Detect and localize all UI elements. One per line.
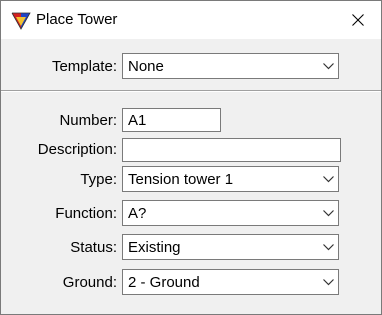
window-title: Place Tower xyxy=(36,11,118,28)
function-label: Function: xyxy=(55,205,117,222)
chevron-down-icon[interactable] xyxy=(318,270,338,294)
template-value: None xyxy=(128,58,164,75)
number-field[interactable]: A1 xyxy=(122,108,221,132)
type-value: Tension tower 1 xyxy=(128,171,234,188)
ground-label: Ground: xyxy=(62,274,117,291)
chevron-down-icon[interactable] xyxy=(318,201,338,225)
template-dropdown[interactable]: None xyxy=(122,53,339,79)
function-value: A? xyxy=(128,205,147,222)
function-dropdown[interactable]: A? xyxy=(122,200,339,226)
title-bar[interactable]: Place Tower xyxy=(1,1,381,39)
status-label: Status: xyxy=(70,239,117,256)
close-icon xyxy=(352,14,364,26)
type-label: Type: xyxy=(80,171,117,188)
number-label: Number: xyxy=(59,112,117,129)
template-label: Template: xyxy=(51,58,117,75)
ground-value: 2 - Ground xyxy=(128,274,200,291)
ground-dropdown[interactable]: 2 - Ground xyxy=(122,269,339,295)
status-dropdown[interactable]: Existing xyxy=(122,234,339,260)
place-tower-dialog: Place Tower Template: None Number: A1 De… xyxy=(0,0,382,315)
description-label: Description: xyxy=(37,141,117,158)
chevron-down-icon[interactable] xyxy=(318,235,338,259)
chevron-down-icon[interactable] xyxy=(318,167,338,191)
triangle-app-icon xyxy=(11,12,31,30)
chevron-down-icon[interactable] xyxy=(318,54,338,78)
close-button[interactable] xyxy=(335,1,381,39)
status-value: Existing xyxy=(128,239,181,256)
type-dropdown[interactable]: Tension tower 1 xyxy=(122,166,339,192)
number-value: A1 xyxy=(128,112,147,129)
description-field[interactable] xyxy=(122,138,341,162)
section-divider xyxy=(1,90,381,92)
